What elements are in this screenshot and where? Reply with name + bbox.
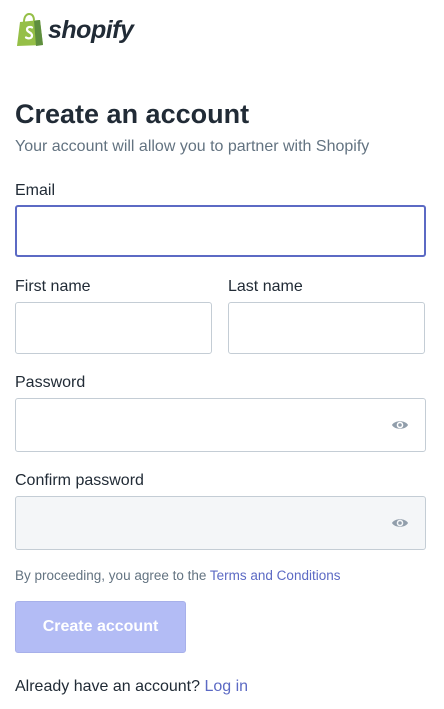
eye-icon[interactable] [391, 418, 409, 432]
email-field-container [15, 205, 426, 257]
login-prompt: Already have an account? Log in [15, 677, 248, 697]
first-name-field[interactable] [16, 303, 211, 353]
shopify-logo: shopify [15, 13, 134, 47]
terms-prefix: By proceeding, you agree to the [15, 568, 207, 583]
terms-notice: By proceeding, you agree to the Terms an… [15, 567, 340, 585]
last-name-field[interactable] [229, 303, 424, 353]
last-name-label: Last name [228, 278, 303, 295]
shopping-bag-icon [17, 13, 43, 46]
login-prompt-text: Already have an account? [15, 678, 201, 695]
confirm-password-field-container [15, 496, 426, 550]
create-account-button[interactable]: Create account [15, 601, 186, 653]
eye-icon[interactable] [391, 516, 409, 530]
password-field-container [15, 398, 426, 452]
last-name-field-container [228, 302, 425, 354]
password-label: Password [15, 374, 86, 391]
first-name-label: First name [15, 278, 91, 295]
email-label: Email [15, 182, 56, 199]
login-link[interactable]: Log in [204, 678, 248, 695]
confirm-password-label: Confirm password [15, 472, 144, 489]
page-subtitle: Your account will allow you to partner w… [15, 138, 370, 155]
first-name-field-container [15, 302, 212, 354]
email-field[interactable] [17, 207, 424, 255]
brand-wordmark: shopify [48, 15, 134, 44]
terms-link[interactable]: Terms and Conditions [210, 568, 341, 583]
confirm-password-field[interactable] [16, 497, 425, 549]
page-title: Create an account [15, 99, 250, 129]
password-field[interactable] [16, 399, 425, 451]
